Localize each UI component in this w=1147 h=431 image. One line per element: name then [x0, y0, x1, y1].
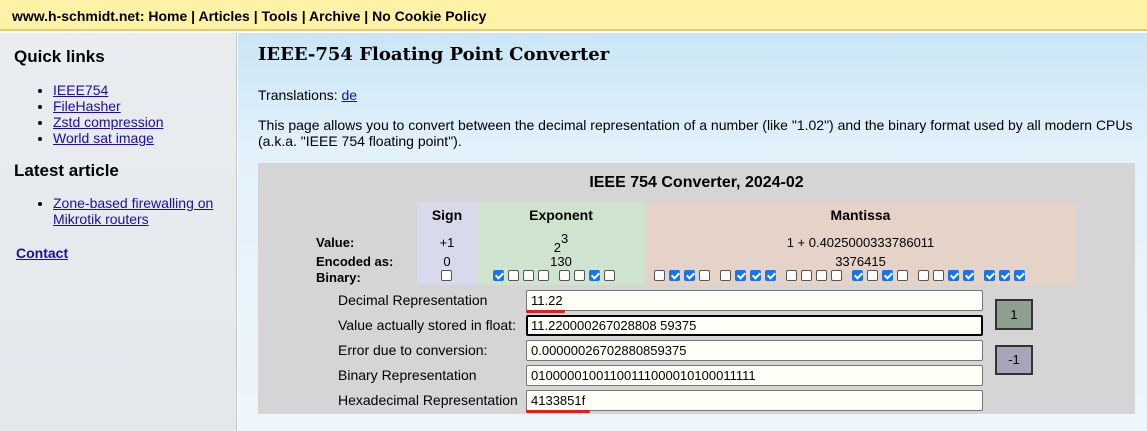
- bit-checkbox[interactable]: [918, 270, 929, 281]
- hex-label: Hexadecimal Representation: [338, 392, 518, 408]
- translations: Translations: de: [258, 87, 357, 103]
- translation-de-link[interactable]: de: [342, 87, 358, 103]
- decimal-highlight-underline: [526, 310, 565, 313]
- mantissa-encoded: 3376415: [835, 254, 886, 269]
- converter-title: IEEE 754 Converter, 2024-02: [589, 174, 804, 191]
- list-item: Zstd compression: [53, 114, 163, 130]
- bit-checkbox[interactable]: [765, 270, 776, 281]
- value-row-label: Value:: [316, 235, 355, 250]
- bit-checkbox[interactable]: [984, 270, 995, 281]
- list-item: IEEE754: [53, 82, 163, 98]
- nav-home[interactable]: Home: [148, 8, 187, 24]
- decimal-input[interactable]: 11.22: [526, 290, 983, 311]
- bit-checkbox[interactable]: [1014, 270, 1025, 281]
- bit-checkbox[interactable]: [948, 270, 959, 281]
- converter-panel: IEEE 754 Converter, 2024-02 Sign Exponen…: [258, 163, 1135, 414]
- nav-no-cookie-policy[interactable]: No Cookie Policy: [372, 8, 486, 24]
- bit-checkbox[interactable]: [559, 270, 570, 281]
- bit-checkbox[interactable]: [867, 270, 878, 281]
- nav-tools[interactable]: Tools: [262, 8, 298, 24]
- quick-links-title: Quick links: [14, 47, 105, 66]
- latest-article-list: Zone-based firewalling on Mikrotik route…: [14, 195, 233, 227]
- binary-row-label: Binary:: [316, 270, 361, 285]
- translations-label: Translations:: [258, 87, 338, 103]
- bit-checkbox[interactable]: [786, 270, 797, 281]
- bit-checkbox[interactable]: [933, 270, 944, 281]
- decimal-label: Decimal Representation: [338, 292, 488, 308]
- bit-checkbox[interactable]: [538, 270, 549, 281]
- bit-checkbox[interactable]: [801, 270, 812, 281]
- main-content: IEEE-754 Floating Point Converter Transl…: [238, 33, 1147, 431]
- binary-field[interactable]: 01000001001100111000010100011111: [526, 365, 983, 386]
- sign-encoded: 0: [443, 254, 451, 269]
- bit-checkbox[interactable]: [831, 270, 842, 281]
- bit-checkbox[interactable]: [508, 270, 519, 281]
- bit-checkbox[interactable]: [735, 270, 746, 281]
- list-item: FileHasher: [53, 98, 163, 114]
- bit-checkbox[interactable]: [882, 270, 893, 281]
- bit-checkbox[interactable]: [669, 270, 680, 281]
- mantissa-header: Mantissa: [830, 207, 891, 223]
- bit-checkbox[interactable]: [720, 270, 731, 281]
- quick-links-list: IEEE754 FileHasher Zstd compression Worl…: [14, 82, 163, 146]
- quick-link-filehasher[interactable]: FileHasher: [53, 98, 121, 114]
- increment-button[interactable]: 1: [995, 299, 1033, 330]
- bit-checkbox[interactable]: [897, 270, 908, 281]
- exponent-encoded: 130: [550, 254, 572, 269]
- bit-checkbox[interactable]: [523, 270, 534, 281]
- list-item: World sat image: [53, 130, 163, 146]
- latest-article-link[interactable]: Zone-based firewalling on Mikrotik route…: [53, 195, 213, 227]
- bit-checkbox[interactable]: [441, 270, 452, 281]
- sign-value: +1: [439, 235, 455, 250]
- stored-value-label: Value actually stored in float:: [338, 317, 516, 333]
- bit-checkbox[interactable]: [574, 270, 585, 281]
- bit-checkbox[interactable]: [493, 270, 504, 281]
- exponent-power: 3: [561, 231, 569, 246]
- exponent-header: Exponent: [529, 207, 593, 223]
- encoded-row-label: Encoded as:: [316, 254, 394, 269]
- decrement-button[interactable]: -1: [995, 345, 1033, 375]
- bit-checkbox[interactable]: [963, 270, 974, 281]
- quick-link-ieee754[interactable]: IEEE754: [53, 82, 108, 98]
- intro-text: This page allows you to convert between …: [258, 117, 1133, 149]
- error-field[interactable]: 0.00000026702880859375: [526, 340, 983, 361]
- bit-checkbox[interactable]: [684, 270, 695, 281]
- binary-label: Binary Representation: [338, 367, 477, 383]
- bit-checkbox[interactable]: [999, 270, 1010, 281]
- nav-articles[interactable]: Articles: [198, 8, 249, 24]
- latest-article-title: Latest article: [14, 161, 119, 180]
- hex-highlight-underline: [526, 410, 590, 413]
- quick-link-zstd[interactable]: Zstd compression: [53, 114, 163, 130]
- site-name[interactable]: www.h-schmidt.net: [12, 8, 140, 24]
- bit-checkbox[interactable]: [699, 270, 710, 281]
- quick-link-world-sat[interactable]: World sat image: [53, 130, 154, 146]
- list-item: Zone-based firewalling on Mikrotik route…: [53, 195, 233, 227]
- bit-checkbox[interactable]: [816, 270, 827, 281]
- hex-field[interactable]: 4133851f: [526, 390, 983, 411]
- nav-archive[interactable]: Archive: [309, 8, 360, 24]
- mantissa-value: 1 + 0.4025000333786011: [786, 235, 935, 250]
- bit-checkbox[interactable]: [654, 270, 665, 281]
- exponent-value: 23: [477, 231, 645, 255]
- stored-value-field[interactable]: 11.220000267028808 59375: [526, 315, 983, 336]
- bit-checkbox[interactable]: [604, 270, 615, 281]
- bit-checkbox[interactable]: [852, 270, 863, 281]
- sidebar: Quick links IEEE754 FileHasher Zstd comp…: [0, 33, 237, 431]
- bit-checkbox[interactable]: [589, 270, 600, 281]
- bit-checkbox[interactable]: [750, 270, 761, 281]
- contact-link[interactable]: Contact: [16, 245, 68, 261]
- sign-header: Sign: [431, 207, 463, 223]
- error-label: Error due to conversion:: [338, 342, 488, 358]
- page-title: IEEE-754 Floating Point Converter: [258, 44, 610, 65]
- top-nav-bar: www.h-schmidt.net: Home | Articles | Too…: [0, 0, 1147, 31]
